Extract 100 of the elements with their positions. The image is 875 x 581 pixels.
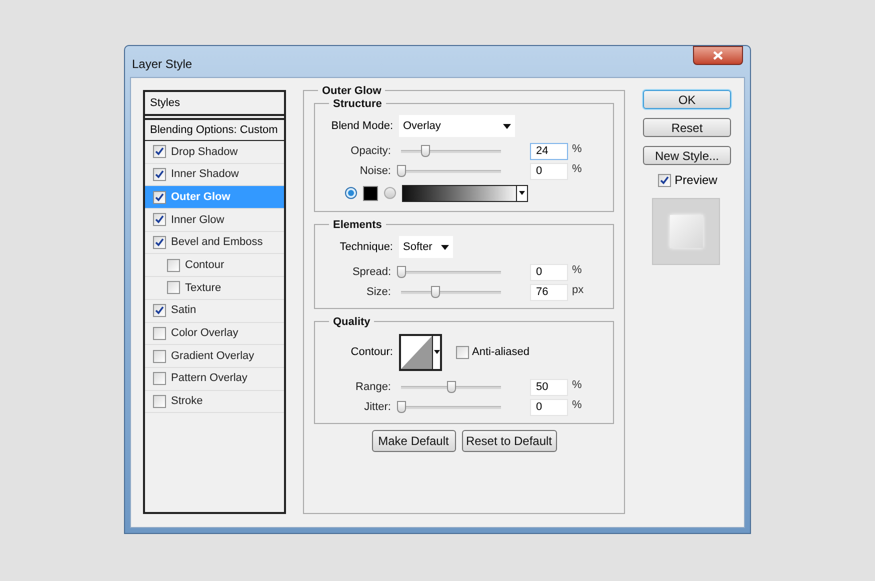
style-label: Contour (185, 258, 224, 274)
unit-label: % (572, 162, 582, 177)
value-field[interactable]: 50 (530, 378, 568, 396)
contour-picker[interactable] (399, 334, 442, 370)
checkbox[interactable] (658, 174, 671, 186)
dialog-button[interactable]: New Style... (643, 146, 731, 165)
slider-thumb[interactable] (447, 381, 456, 393)
dialog-button[interactable]: OK (643, 90, 731, 109)
check-icon (155, 147, 164, 156)
check-icon (155, 192, 164, 202)
field-label: Contour: (350, 344, 394, 360)
style-label: Inner Shadow (171, 167, 239, 182)
slider-thumb[interactable] (397, 401, 406, 413)
field-label: Opacity: (350, 144, 392, 159)
checkbox[interactable] (153, 236, 166, 250)
styles-header[interactable]: Styles (145, 92, 284, 116)
dropdown[interactable]: Overlay (399, 115, 515, 137)
dropdown[interactable]: Softer (399, 236, 453, 258)
style-label: Color Overlay (171, 326, 238, 342)
unit-label: % (572, 262, 582, 278)
dialog-button[interactable]: Reset to Default (462, 430, 556, 452)
field-label: Spread: (351, 264, 392, 280)
checkbox[interactable] (153, 190, 166, 204)
slider-track[interactable] (399, 401, 503, 413)
checkbox-label: Anti-aliased (472, 344, 530, 360)
checkbox[interactable] (167, 258, 180, 272)
field-label: Noise: (358, 164, 392, 179)
style-label: Drop Shadow (171, 144, 238, 160)
checkbox[interactable] (456, 346, 469, 358)
caret-icon (441, 244, 449, 250)
group-title: Quality (329, 314, 374, 330)
slider-thumb[interactable] (431, 286, 440, 298)
color-swatch[interactable] (363, 186, 378, 200)
style-label: Outer Glow (171, 190, 230, 205)
dialog-button[interactable]: Reset (643, 118, 731, 137)
slider-track[interactable] (399, 266, 503, 278)
value-field[interactable]: 0 (530, 162, 568, 180)
slider-thumb[interactable] (397, 165, 406, 177)
checkbox-label: Preview (674, 172, 718, 189)
unit-label: % (572, 378, 582, 393)
value-field[interactable]: 0 (530, 398, 568, 416)
radio-button[interactable] (384, 187, 396, 199)
checkbox[interactable] (153, 145, 166, 158)
slider-thumb[interactable] (421, 145, 430, 157)
preview-swatch (670, 215, 702, 248)
style-label: Stroke (171, 394, 203, 410)
value-field[interactable]: 0 (530, 264, 568, 280)
checkbox[interactable] (153, 326, 166, 340)
caret-icon (519, 191, 525, 195)
unit-label: % (572, 398, 582, 413)
checkbox[interactable] (167, 281, 180, 294)
style-list-item[interactable]: Contour (145, 254, 284, 278)
dialog-button[interactable]: Make Default (372, 430, 456, 452)
blending-options-item[interactable]: Blending Options: Custom (145, 118, 284, 141)
slider-track[interactable] (399, 381, 503, 393)
style-list-item[interactable]: Color Overlay (145, 322, 284, 346)
check-icon (660, 176, 669, 184)
value-field[interactable]: 24 (530, 142, 568, 160)
slider-track[interactable] (399, 286, 503, 298)
window-title: Layer Style (132, 56, 192, 73)
style-label: Bevel and Emboss (171, 235, 263, 250)
style-list-item[interactable]: Satin (145, 300, 284, 322)
close-icon (713, 51, 723, 60)
slider-thumb[interactable] (397, 266, 406, 278)
style-list-item[interactable]: Pattern Overlay (145, 368, 284, 391)
field-label: Range: (354, 380, 392, 395)
checkbox[interactable] (153, 304, 166, 318)
close-button[interactable] (693, 46, 743, 65)
field-label: Technique: (338, 240, 394, 255)
caret-icon (503, 124, 511, 128)
style-list-item[interactable]: Gradient Overlay (145, 345, 284, 368)
style-label: Gradient Overlay (171, 348, 254, 364)
caret-icon (434, 350, 440, 354)
field-label: Blend Mode: (330, 118, 394, 134)
slider-track[interactable] (399, 165, 503, 177)
slider-track[interactable] (399, 145, 503, 157)
style-label: Pattern Overlay (171, 371, 248, 386)
style-list-item[interactable]: Texture (145, 277, 284, 300)
style-list-item[interactable]: Inner Glow (145, 209, 284, 232)
unit-label: px (572, 282, 584, 298)
style-label: Texture (185, 280, 222, 296)
radio-button[interactable] (345, 187, 357, 199)
style-list-item[interactable]: Drop Shadow (145, 141, 284, 164)
style-label: Satin (171, 303, 196, 318)
style-list-item[interactable]: Bevel and Emboss (145, 232, 284, 254)
field-label: Jitter: (363, 400, 392, 415)
value-field[interactable]: 76 (530, 284, 568, 300)
checkbox[interactable] (153, 168, 166, 182)
check-icon (155, 238, 164, 248)
gradient-picker[interactable] (402, 184, 528, 202)
style-label: Inner Glow (171, 212, 224, 228)
checkbox[interactable] (153, 213, 166, 226)
check-icon (155, 306, 164, 316)
checkbox[interactable] (153, 350, 166, 363)
field-label: Size: (366, 284, 392, 300)
contour-curve-icon (401, 336, 432, 368)
checkbox[interactable] (153, 372, 166, 386)
style-list-item[interactable]: Stroke (145, 390, 284, 414)
checkbox[interactable] (153, 394, 166, 408)
unit-label: % (572, 142, 582, 157)
